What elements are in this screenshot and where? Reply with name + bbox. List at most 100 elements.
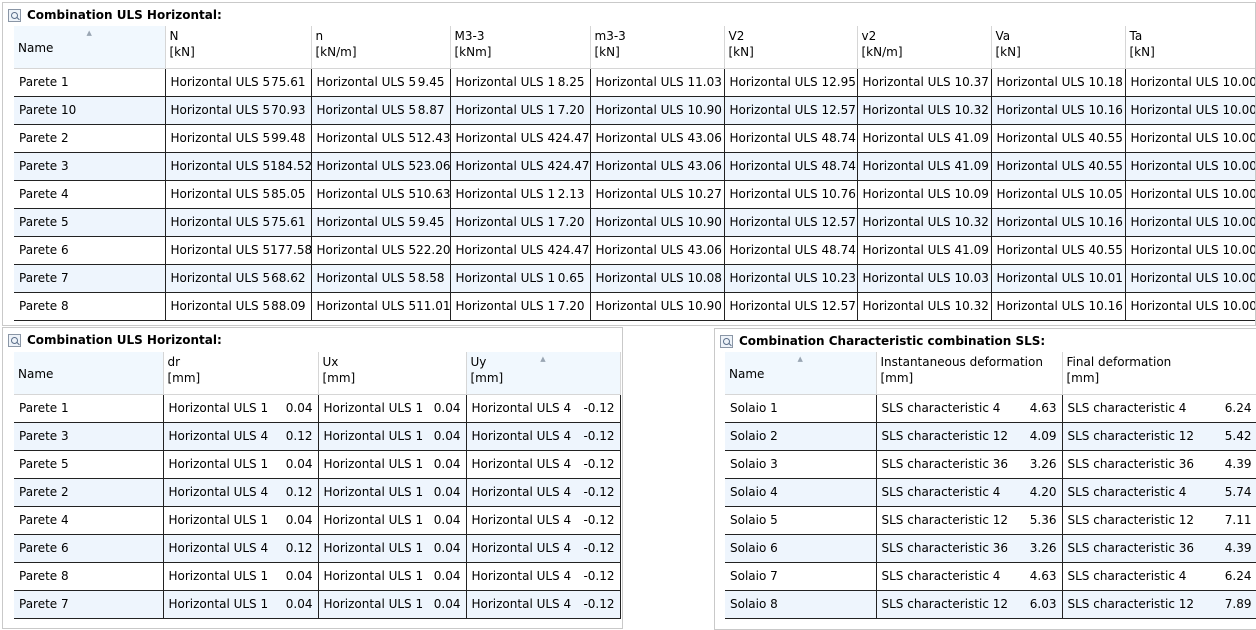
value-cell[interactable]: Horizontal ULS 59.45 xyxy=(311,208,450,236)
value-cell[interactable]: Horizontal ULS 10.04 xyxy=(318,562,466,590)
row-name-cell[interactable]: Solaio 2 xyxy=(725,422,876,450)
row-name-cell[interactable]: Parete 6 xyxy=(14,236,165,264)
row-name-cell[interactable]: Parete 7 xyxy=(14,264,165,292)
value-cell[interactable]: Horizontal ULS 11.03 xyxy=(590,68,724,96)
value-cell[interactable]: Horizontal ULS 512.43 xyxy=(311,124,450,152)
value-cell[interactable]: SLS characteristic 127.89 xyxy=(1062,590,1256,618)
table-row[interactable]: Parete 10Horizontal ULS 570.93Horizontal… xyxy=(14,96,1256,124)
table-row[interactable]: Solaio 8SLS characteristic 126.03SLS cha… xyxy=(725,590,1256,618)
table-row[interactable]: Solaio 6SLS characteristic 363.26SLS cha… xyxy=(725,534,1256,562)
value-cell[interactable]: Horizontal ULS 17.20 xyxy=(450,292,590,320)
value-cell[interactable]: Horizontal ULS 575.61 xyxy=(165,208,311,236)
value-cell[interactable]: Horizontal ULS 10.37 xyxy=(857,68,991,96)
value-cell[interactable]: Horizontal ULS 4-0.12 xyxy=(466,562,620,590)
table-row[interactable]: Parete 3Horizontal ULS 40.12Horizontal U… xyxy=(14,422,620,450)
value-cell[interactable]: Horizontal ULS 40.12 xyxy=(163,534,318,562)
value-cell[interactable]: SLS characteristic 46.24 xyxy=(1062,562,1256,590)
value-cell[interactable]: Horizontal ULS 40.55 xyxy=(991,124,1125,152)
value-cell[interactable]: Horizontal ULS 40.55 xyxy=(991,236,1125,264)
row-name-cell[interactable]: Parete 2 xyxy=(14,124,165,152)
table-row[interactable]: Parete 5Horizontal ULS 575.61Horizontal … xyxy=(14,208,1256,236)
value-cell[interactable]: Horizontal ULS 10.09 xyxy=(857,180,991,208)
value-cell[interactable]: Horizontal ULS 10.00 xyxy=(1125,236,1256,264)
value-cell[interactable]: Horizontal ULS 43.06 xyxy=(590,236,724,264)
value-cell[interactable]: Horizontal ULS 568.62 xyxy=(165,264,311,292)
value-cell[interactable]: Horizontal ULS 523.06 xyxy=(311,152,450,180)
value-cell[interactable]: Horizontal ULS 10.04 xyxy=(163,590,318,618)
table-row[interactable]: Solaio 5SLS characteristic 125.36SLS cha… xyxy=(725,506,1256,534)
value-cell[interactable]: Horizontal ULS 4-0.12 xyxy=(466,478,620,506)
value-cell[interactable]: SLS characteristic 46.24 xyxy=(1062,394,1256,422)
value-cell[interactable]: Horizontal ULS 10.04 xyxy=(318,590,466,618)
value-cell[interactable]: Horizontal ULS 12.57 xyxy=(724,96,857,124)
value-cell[interactable]: Horizontal ULS 10.04 xyxy=(318,450,466,478)
value-cell[interactable]: Horizontal ULS 424.47 xyxy=(450,124,590,152)
row-name-cell[interactable]: Parete 5 xyxy=(14,450,163,478)
value-cell[interactable]: Horizontal ULS 10.00 xyxy=(1125,124,1256,152)
value-cell[interactable]: Horizontal ULS 40.12 xyxy=(163,422,318,450)
value-cell[interactable]: Horizontal ULS 10.03 xyxy=(857,264,991,292)
table-row[interactable]: Parete 1Horizontal ULS 10.04Horizontal U… xyxy=(14,394,620,422)
table-row[interactable]: Parete 2Horizontal ULS 40.12 Horizontal U… xyxy=(14,478,620,506)
value-cell[interactable]: Horizontal ULS 41.09 xyxy=(857,236,991,264)
value-cell[interactable]: Horizontal ULS 10.08 xyxy=(590,264,724,292)
row-name-cell[interactable]: Parete 8 xyxy=(14,292,165,320)
value-cell[interactable]: Horizontal ULS 511.01 xyxy=(311,292,450,320)
value-cell[interactable]: Horizontal ULS 10.04 xyxy=(163,562,318,590)
value-cell[interactable]: Horizontal ULS 40.12 xyxy=(163,478,318,506)
value-cell[interactable]: SLS characteristic 363.26 xyxy=(876,534,1062,562)
value-cell[interactable]: Horizontal ULS 599.48 xyxy=(165,124,311,152)
value-cell[interactable]: Horizontal ULS 4-0.12 xyxy=(466,422,620,450)
row-name-cell[interactable]: Parete 8 xyxy=(14,562,163,590)
value-cell[interactable]: SLS characteristic 124.09 xyxy=(876,422,1062,450)
value-cell[interactable]: SLS characteristic 44.63 xyxy=(876,562,1062,590)
value-cell[interactable]: Horizontal ULS 10.90 xyxy=(590,96,724,124)
table-row[interactable]: Solaio 3SLS characteristic 363.26SLS cha… xyxy=(725,450,1256,478)
row-name-cell[interactable]: Parete 1 xyxy=(14,394,163,422)
value-cell[interactable]: Horizontal ULS 4-0.12 xyxy=(466,590,620,618)
table-row[interactable]: Parete 8Horizontal ULS 10.04Horizontal U… xyxy=(14,562,620,590)
table-row[interactable]: Solaio 7SLS characteristic 44.63SLS char… xyxy=(725,562,1256,590)
value-cell[interactable]: Horizontal ULS 12.57 xyxy=(724,292,857,320)
value-cell[interactable]: SLS characteristic 44.20 xyxy=(876,478,1062,506)
value-cell[interactable]: Horizontal ULS 43.06 xyxy=(590,152,724,180)
value-cell[interactable]: Horizontal ULS 570.93 xyxy=(165,96,311,124)
table-row[interactable]: Parete 4Horizontal ULS 10.04Horizontal U… xyxy=(14,506,620,534)
column-header-instantaneous-deformation[interactable]: Instantaneous deformation[mm] xyxy=(876,352,1062,394)
value-cell[interactable]: Horizontal ULS 43.06 xyxy=(590,124,724,152)
row-name-cell[interactable]: Solaio 7 xyxy=(725,562,876,590)
value-cell[interactable]: Horizontal ULS 10.01 xyxy=(991,264,1125,292)
value-cell[interactable]: Horizontal ULS 48.74 xyxy=(724,124,857,152)
value-cell[interactable]: Horizontal ULS 10.05 xyxy=(991,180,1125,208)
value-cell[interactable]: Horizontal ULS 10.04 xyxy=(163,506,318,534)
column-header-m3-3[interactable]: m3-3[kN] xyxy=(590,26,724,68)
row-name-cell[interactable]: Parete 2 xyxy=(14,478,163,506)
value-cell[interactable]: Horizontal ULS 5177.58 xyxy=(165,236,311,264)
value-cell[interactable]: Horizontal ULS 10.00 xyxy=(1125,152,1256,180)
column-header-n[interactable]: n[kN/m] xyxy=(311,26,450,68)
row-name-cell[interactable]: Parete 4 xyxy=(14,506,163,534)
value-cell[interactable]: Horizontal ULS 10.04 xyxy=(318,394,466,422)
value-cell[interactable]: Horizontal ULS 10.32 xyxy=(857,292,991,320)
column-header-name[interactable]: ▲Name xyxy=(14,26,165,68)
value-cell[interactable]: Horizontal ULS 41.09 xyxy=(857,152,991,180)
value-cell[interactable]: Horizontal ULS 10.04 xyxy=(163,450,318,478)
value-cell[interactable]: Horizontal ULS 575.61 xyxy=(165,68,311,96)
value-cell[interactable]: Horizontal ULS 10.00 xyxy=(1125,68,1256,96)
value-cell[interactable]: SLS characteristic 364.39 xyxy=(1062,450,1256,478)
column-header-m3-3[interactable]: M3-3[kNm] xyxy=(450,26,590,68)
value-cell[interactable]: Horizontal ULS 17.20 xyxy=(450,96,590,124)
table-row[interactable]: Parete 5Horizontal ULS 10.04Horizontal U… xyxy=(14,450,620,478)
row-name-cell[interactable]: Solaio 1 xyxy=(725,394,876,422)
value-cell[interactable]: Horizontal ULS 10.65 xyxy=(450,264,590,292)
table-row[interactable]: Parete 7Horizontal ULS 10.04Horizontal U… xyxy=(14,590,620,618)
value-cell[interactable]: Horizontal ULS 10.04 xyxy=(163,394,318,422)
value-cell[interactable]: Horizontal ULS 10.76 xyxy=(724,180,857,208)
value-cell[interactable]: Horizontal ULS 10.00 xyxy=(1125,180,1256,208)
value-cell[interactable]: Horizontal ULS 522.20 xyxy=(311,236,450,264)
column-header-n[interactable]: N[kN] xyxy=(165,26,311,68)
value-cell[interactable]: Horizontal ULS 4-0.12 xyxy=(466,394,620,422)
value-cell[interactable]: Horizontal ULS 59.45 xyxy=(311,68,450,96)
value-cell[interactable]: Horizontal ULS 10.90 xyxy=(590,208,724,236)
value-cell[interactable]: Horizontal ULS 10.00 xyxy=(1125,292,1256,320)
